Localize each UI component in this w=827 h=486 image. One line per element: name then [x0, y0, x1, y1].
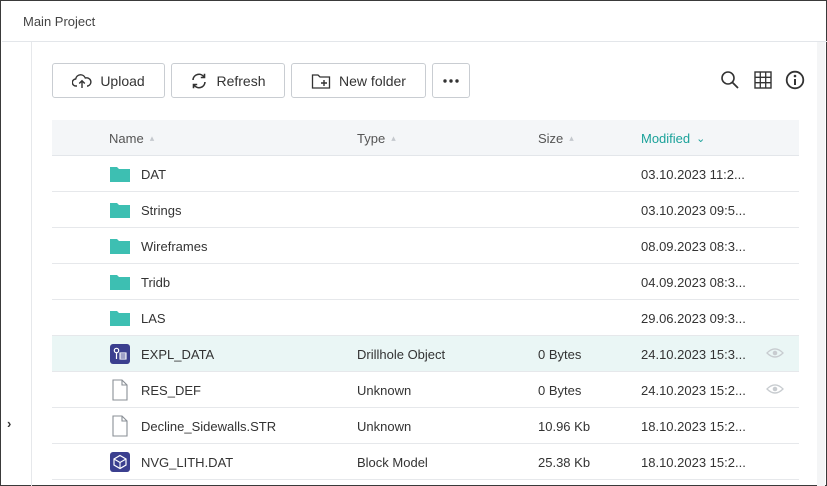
file-modified: 24.10.2023 15:3... [641, 347, 746, 362]
folder-icon [110, 311, 130, 326]
sort-icon: ▴ [391, 133, 396, 143]
side-panel-collapsed: › [2, 42, 32, 486]
file-size: 25.38 Kb [538, 455, 591, 470]
upload-label: Upload [100, 72, 145, 89]
file-name: RES_DEF [141, 383, 201, 398]
cloud-upload-icon [72, 73, 92, 88]
table-row[interactable]: RES_DEF Unknown 0 Bytes 24.10.2023 15:2.… [52, 372, 799, 408]
table-row[interactable]: LAS 29.06.2023 09:3... [52, 300, 799, 336]
table-header: Name ▴ Type ▴ Size ▴ Modified ⌄ [52, 120, 799, 156]
file-modified: 29.06.2023 09:3... [641, 311, 746, 326]
file-size: 0 Bytes [538, 383, 582, 398]
table-row[interactable]: Wireframes 08.09.2023 08:3... [52, 228, 799, 264]
file-modified: 18.10.2023 15:2... [641, 419, 746, 434]
vertical-scrollbar[interactable] [817, 42, 825, 486]
table-row[interactable]: DAT 03.10.2023 11:2... [52, 156, 799, 192]
file-modified: 08.09.2023 08:3... [641, 239, 746, 254]
refresh-button[interactable]: Refresh [171, 63, 285, 98]
refresh-icon [192, 73, 207, 88]
table-row[interactable]: Strings 03.10.2023 09:5... [52, 192, 799, 228]
column-header-type[interactable]: Type ▴ [357, 131, 396, 146]
ellipsis-icon [443, 78, 459, 83]
file-icon [112, 379, 128, 401]
new-folder-label: New folder [339, 72, 406, 89]
file-type: Block Model [357, 455, 428, 470]
file-type: Unknown [357, 383, 412, 398]
sort-descending-icon: ⌄ [696, 133, 706, 145]
more-actions-button[interactable] [432, 63, 470, 98]
file-name: LAS [141, 311, 166, 326]
folder-plus-icon [311, 73, 331, 89]
column-header-name[interactable]: Name ▴ [109, 131, 154, 146]
sort-icon: ▴ [149, 133, 155, 143]
table-row[interactable]: NVG_LITH.DAT Block Model 25.38 Kb 18.10.… [52, 444, 799, 480]
title-bar: Main Project [2, 2, 827, 42]
preview-eye-icon[interactable] [766, 347, 784, 359]
page-title: Main Project [23, 14, 96, 29]
drillhole-object-icon [110, 344, 130, 364]
table-row[interactable]: Tridb 04.09.2023 08:3... [52, 264, 799, 300]
file-name: EXPL_DATA [141, 347, 215, 362]
preview-eye-icon[interactable] [766, 383, 784, 395]
file-type: Unknown [357, 419, 412, 434]
table-row[interactable]: Decline_Sidewalls.STR Unknown 10.96 Kb 1… [52, 408, 799, 444]
file-name: Decline_Sidewalls.STR [141, 419, 277, 434]
file-size: 0 Bytes [538, 347, 582, 362]
table-row-selected[interactable]: EXPL_DATA Drillhole Object 0 Bytes 24.10… [52, 336, 799, 372]
folder-icon [110, 275, 130, 290]
sort-icon: ▴ [569, 133, 574, 143]
folder-icon [110, 239, 130, 254]
file-modified: 24.10.2023 15:2... [641, 383, 746, 398]
file-name: NVG_LITH.DAT [141, 455, 234, 470]
file-size: 10.96 Kb [538, 419, 591, 434]
file-type: Drillhole Object [357, 347, 446, 362]
info-icon[interactable] [784, 69, 806, 91]
new-folder-button[interactable]: New folder [291, 63, 426, 98]
file-browser-window: Main Project › Upload Refresh New folder [0, 0, 827, 486]
grid-view-icon[interactable] [752, 69, 774, 91]
file-icon [112, 415, 128, 437]
folder-icon [110, 167, 130, 182]
file-modified: 03.10.2023 11:2... [641, 167, 745, 182]
column-header-size[interactable]: Size ▴ [538, 131, 574, 146]
file-modified: 04.09.2023 08:3... [641, 275, 746, 290]
block-model-icon [110, 452, 130, 472]
expand-panel-chevron-icon[interactable]: › [7, 416, 11, 431]
refresh-label: Refresh [216, 72, 266, 89]
file-name: Tridb [141, 275, 171, 290]
search-icon[interactable] [719, 69, 741, 91]
file-name: Strings [141, 203, 182, 218]
file-modified: 03.10.2023 09:5... [641, 203, 746, 218]
upload-button[interactable]: Upload [52, 63, 165, 98]
folder-icon [110, 203, 130, 218]
file-name: DAT [141, 167, 167, 182]
file-modified: 18.10.2023 15:2... [641, 455, 746, 470]
file-name: Wireframes [141, 239, 208, 254]
column-header-modified[interactable]: Modified ⌄ [641, 131, 705, 146]
